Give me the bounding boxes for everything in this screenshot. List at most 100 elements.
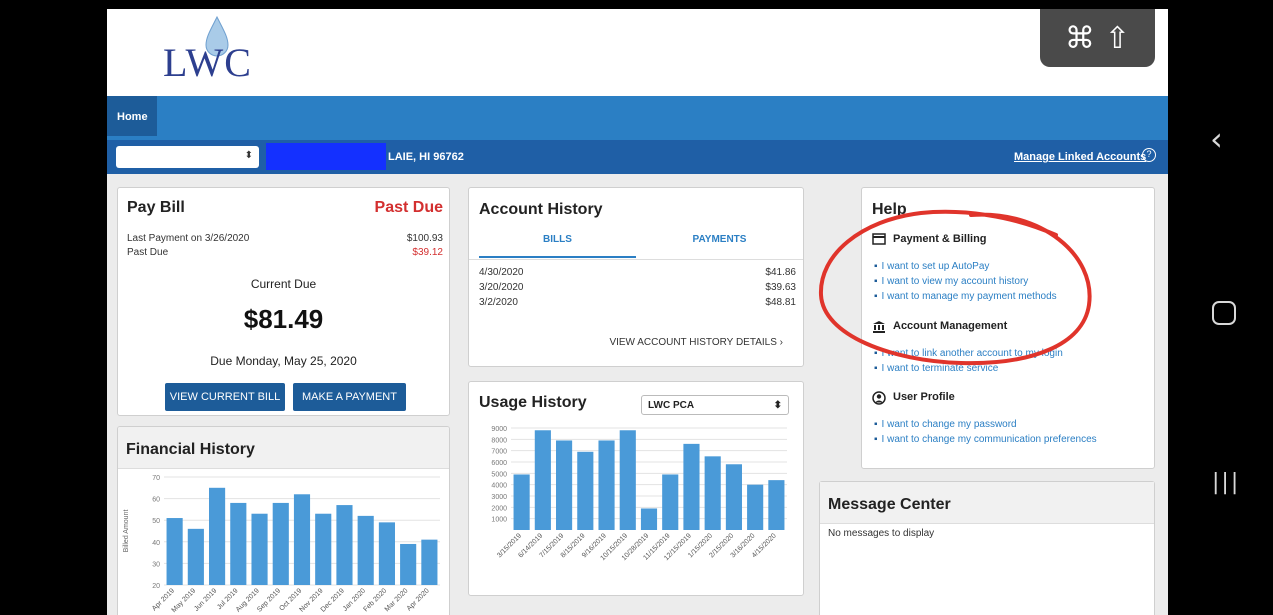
history-row-amount: $48.81 [765, 297, 796, 308]
shift-icon: ⇧ [1104, 20, 1131, 56]
service-address: LAIE, HI 96762 [388, 151, 464, 163]
bar [166, 518, 183, 585]
help-link-account-history[interactable]: I want to view my account history [874, 276, 1029, 287]
help-section-payment-billing: Payment & Billing [893, 233, 987, 245]
y-tick-label: 70 [152, 475, 160, 482]
history-row-amount: $41.86 [765, 267, 796, 278]
last-payment-label: Last Payment on 3/26/2020 [127, 233, 250, 244]
help-section-account-management: Account Management [893, 320, 1008, 332]
select-arrow-icon: ⬍ [244, 150, 253, 161]
y-tick-label: 8000 [491, 437, 507, 444]
back-icon[interactable]: ‹ [1210, 120, 1223, 158]
bar [683, 443, 700, 530]
home-icon[interactable] [1212, 301, 1236, 325]
bar [662, 474, 679, 530]
history-row-date: 4/30/2020 [479, 267, 524, 278]
make-payment-button[interactable]: MAKE A PAYMENT [293, 383, 406, 411]
x-tick-label: Apr 2020 [406, 587, 431, 612]
view-account-history-details-link[interactable]: VIEW ACCOUNT HISTORY DETAILS › [609, 337, 783, 348]
y-tick-label: 40 [152, 540, 160, 547]
redacted-area [266, 143, 386, 170]
x-tick-label: Sep 2019 [256, 587, 282, 613]
account-select[interactable]: ⬍ [116, 146, 259, 168]
usage-type-value: LWC PCA [648, 400, 695, 411]
history-row-date: 3/2/2020 [479, 297, 518, 308]
bar [336, 505, 353, 585]
help-link-communication-preferences[interactable]: I want to change my communication prefer… [874, 434, 1097, 445]
message-center-panel: Message Center No messages to display [819, 481, 1155, 615]
history-row-date: 3/20/2020 [479, 282, 524, 293]
help-link-change-password[interactable]: I want to change my password [874, 419, 1017, 430]
user-icon [872, 391, 886, 405]
y-tick-label: 30 [152, 561, 160, 568]
history-row-amount: $39.63 [765, 282, 796, 293]
help-circle-icon[interactable]: ? [1142, 148, 1156, 162]
due-date: Due Monday, May 25, 2020 [210, 354, 357, 368]
credit-card-icon [872, 233, 886, 245]
help-link-autopay[interactable]: I want to set up AutoPay [874, 261, 990, 272]
y-tick-label: 50 [152, 518, 160, 525]
y-tick-label: 9000 [491, 426, 507, 433]
bar [378, 522, 395, 585]
bar [747, 484, 764, 530]
help-link-terminate-service[interactable]: I want to terminate service [874, 363, 999, 374]
bar [577, 451, 594, 530]
bar [534, 430, 551, 530]
message-center-title: Message Center [820, 482, 1154, 524]
y-tick-label: 1000 [491, 517, 507, 524]
bar [513, 474, 530, 530]
last-payment-amount: $100.93 [406, 233, 443, 244]
help-section-user-profile: User Profile [893, 391, 955, 403]
tab-bills[interactable]: BILLS [479, 234, 636, 258]
y-tick-label: 5000 [491, 471, 507, 478]
bar [272, 502, 289, 585]
app-screen: LWC ⌘ ⇧ Home ⬍ LAIE, HI 96762 Manage Lin… [107, 9, 1168, 615]
bar [187, 528, 204, 585]
bar [293, 494, 311, 585]
recent-apps-icon[interactable]: ||| [1212, 470, 1240, 495]
y-tick-label: 7000 [491, 449, 507, 456]
y-tick-label: 20 [152, 583, 160, 590]
tab-payments[interactable]: PAYMENTS [641, 234, 798, 258]
bar [725, 464, 742, 530]
x-tick-label: Jun 2019 [193, 587, 218, 612]
y-tick-label: 60 [152, 497, 160, 504]
past-due-status: Past Due [374, 199, 443, 216]
tab-home[interactable]: Home [107, 96, 157, 136]
usage-history-title: Usage History [479, 394, 587, 411]
keyboard-shortcut-overlay[interactable]: ⌘ ⇧ [1040, 9, 1155, 67]
bar [421, 539, 438, 585]
pay-bill-panel: Pay Bill Past Due Last Payment on 3/26/2… [117, 187, 450, 416]
tab-bar: Home [107, 96, 1168, 140]
manage-linked-accounts-link[interactable]: Manage Linked Accounts [1014, 151, 1146, 163]
current-due-label: Current Due [250, 277, 317, 291]
bar [400, 543, 417, 585]
command-icon: ⌘ [1064, 20, 1095, 56]
pay-bill-title: Pay Bill [127, 199, 185, 216]
usage-type-select[interactable]: LWC PCA ⬍ [641, 395, 789, 415]
select-arrow-icon: ⬍ [773, 400, 782, 411]
usage-history-panel: Usage History LWC PCA ⬍ 1000 2000 3000 4000… [468, 381, 804, 596]
account-history-panel: Account History BILLS PAYMENTS 4/30/2020… [468, 187, 804, 367]
bank-icon [873, 321, 885, 333]
help-title: Help [872, 201, 907, 218]
header: LWC ⌘ ⇧ [107, 9, 1168, 96]
bar [315, 513, 332, 585]
help-link-link-account[interactable]: I want to link another account to my log… [874, 348, 1063, 359]
bar [209, 487, 226, 585]
current-due-amount: $81.49 [243, 304, 324, 334]
view-current-bill-button[interactable]: VIEW CURRENT BILL [165, 383, 285, 411]
bar [619, 430, 636, 530]
financial-history-panel: Financial History 20 30 40 50 60 70 Apr 2019 Ma… [117, 426, 450, 615]
help-panel: Help Payment & Billing I want to set up … [861, 187, 1155, 469]
logo[interactable]: LWC [163, 39, 252, 86]
financial-history-chart: 203040506070Apr 2019May 2019Jun 2019Jul … [123, 475, 440, 614]
y-tick-label: 6000 [491, 460, 507, 467]
y-tick-label: 2000 [491, 505, 507, 512]
bar [768, 480, 785, 530]
y-tick-label: 4000 [491, 483, 507, 490]
help-link-payment-methods[interactable]: I want to manage my payment methods [874, 291, 1057, 302]
bar [357, 515, 374, 585]
y-axis-label: Billed Amount [123, 510, 130, 553]
bar [251, 513, 268, 585]
